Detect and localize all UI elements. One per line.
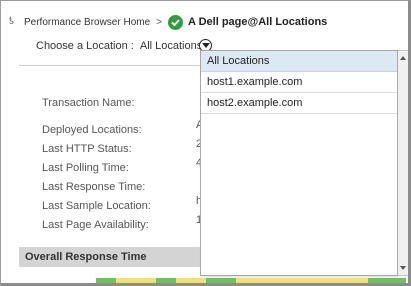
breadcrumb-separator: > [156, 16, 162, 28]
dropdown-option-all-locations[interactable]: All Locations [201, 51, 397, 72]
location-select-value[interactable]: All Locations [140, 40, 202, 52]
scroll-up-icon[interactable] [398, 53, 408, 63]
window-frame: ƾ Performance Browser Home > A Dell page… [0, 0, 411, 286]
breadcrumb: ƾ Performance Browser Home > A Dell page… [9, 13, 327, 31]
bar-segment [206, 278, 236, 283]
bar-segment [96, 278, 116, 283]
dropdown-option-host1[interactable]: host1.example.com [201, 72, 397, 93]
dropdown-scrollbar[interactable] [398, 50, 408, 276]
status-check-icon [168, 14, 183, 30]
location-dropdown-list: All Locations host1.example.com host2.ex… [200, 50, 398, 276]
location-selector: Choose a Location : All Locations [36, 38, 202, 54]
bar-segment [176, 278, 206, 283]
chevron-down-icon [202, 43, 210, 48]
transaction-details: Transaction Name: Deployed Locations: La… [42, 97, 151, 238]
location-label: Choose a Location : [36, 40, 134, 52]
detail-label: Deployed Locations: [42, 124, 142, 136]
response-time-bar [96, 278, 406, 283]
page-title: A Dell page@All Locations [188, 16, 328, 28]
bar-segment [156, 278, 176, 283]
dropdown-option-host2[interactable]: host2.example.com [201, 93, 397, 114]
bar-segment [368, 278, 406, 283]
home-icon: ƾ [9, 16, 14, 27]
detail-label: Last Polling Time: [42, 162, 129, 174]
breadcrumb-home-link[interactable]: Performance Browser Home [24, 17, 150, 28]
bar-segment [116, 278, 156, 283]
detail-label: Transaction Name: [42, 97, 135, 109]
detail-label: Last Response Time: [42, 181, 146, 193]
detail-label: Last HTTP Status: [42, 143, 132, 155]
scroll-down-icon[interactable] [398, 263, 408, 273]
divider [19, 65, 207, 66]
section-header: Overall Response Time [19, 247, 207, 267]
detail-label: Last Sample Location: [42, 200, 151, 212]
detail-label: Last Page Availability: [42, 219, 149, 231]
bar-segment [236, 278, 368, 283]
